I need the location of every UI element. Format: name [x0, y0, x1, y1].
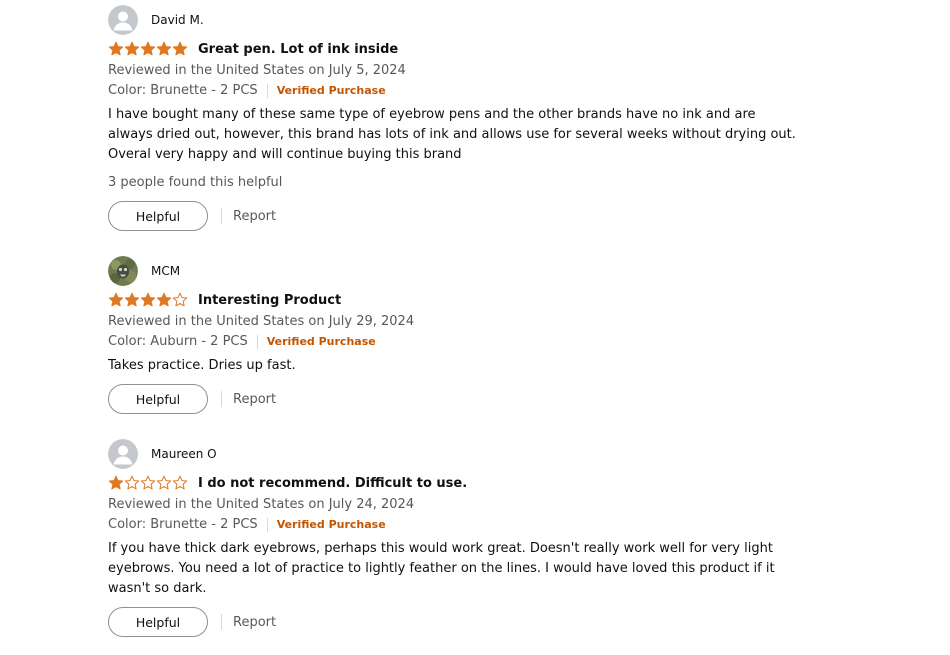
- star-filled-icon: [124, 41, 140, 56]
- divider: [256, 334, 258, 349]
- review-date: Reviewed in the United States on July 29…: [108, 314, 415, 329]
- review-actions: Helpful Report: [108, 384, 276, 414]
- review-date: Reviewed in the United States on July 5,…: [108, 63, 406, 78]
- star-empty-icon: [124, 475, 140, 490]
- star-empty-icon: [172, 475, 188, 490]
- review-meta: Color: Auburn - 2 PCS Verified Purchase: [108, 334, 376, 349]
- star-filled-icon: [140, 292, 156, 307]
- star-filled-icon: [124, 292, 140, 307]
- review-body: If you have thick dark eyebrows, perhaps…: [108, 541, 775, 596]
- divider: [221, 391, 222, 407]
- review-body: Takes practice. Dries up fast.: [108, 358, 296, 373]
- report-link[interactable]: Report: [233, 615, 276, 630]
- star-filled-icon: [172, 41, 188, 56]
- rating-title-row: I do not recommend. Difficult to use.: [108, 475, 467, 491]
- default-avatar-icon: [108, 5, 138, 35]
- divider: [266, 83, 268, 98]
- review-meta: Color: Brunette - 2 PCS Verified Purchas…: [108, 517, 386, 532]
- star-empty-icon: [140, 475, 156, 490]
- review-actions: Helpful Report: [108, 201, 276, 231]
- divider: [266, 517, 268, 532]
- verified-purchase-badge: Verified Purchase: [276, 518, 386, 531]
- review-title[interactable]: I do not recommend. Difficult to use.: [198, 476, 467, 491]
- review-date: Reviewed in the United States on July 24…: [108, 497, 415, 512]
- rating-title-row: Interesting Product: [108, 292, 341, 308]
- variant-link[interactable]: Color: Auburn - 2 PCS: [108, 334, 248, 349]
- star-rating[interactable]: [108, 292, 188, 308]
- reviewer-profile[interactable]: MCM: [108, 256, 180, 286]
- rating-title-row: Great pen. Lot of ink inside: [108, 41, 398, 57]
- review-actions: Helpful Report: [108, 607, 276, 637]
- star-filled-icon: [156, 41, 172, 56]
- helpful-button[interactable]: Helpful: [108, 384, 208, 414]
- verified-purchase-badge: Verified Purchase: [276, 84, 386, 97]
- report-link[interactable]: Report: [233, 209, 276, 224]
- divider: [221, 208, 222, 224]
- star-empty-icon: [156, 475, 172, 490]
- verified-purchase-badge: Verified Purchase: [266, 335, 376, 348]
- review-meta: Color: Brunette - 2 PCS Verified Purchas…: [108, 83, 386, 98]
- helpful-button[interactable]: Helpful: [108, 201, 208, 231]
- review-title[interactable]: Interesting Product: [198, 293, 341, 308]
- report-link[interactable]: Report: [233, 392, 276, 407]
- helpful-count: 3 people found this helpful: [108, 175, 283, 190]
- reviewer-profile[interactable]: Maureen O: [108, 439, 217, 469]
- star-rating[interactable]: [108, 475, 188, 491]
- reviewer-name[interactable]: MCM: [151, 264, 180, 278]
- reviewer-name[interactable]: Maureen O: [151, 447, 217, 461]
- photo-avatar-icon: [108, 256, 138, 286]
- star-empty-icon: [172, 292, 188, 307]
- star-filled-icon: [156, 292, 172, 307]
- star-rating[interactable]: [108, 41, 188, 57]
- star-filled-icon: [108, 475, 124, 490]
- divider: [221, 614, 222, 630]
- variant-link[interactable]: Color: Brunette - 2 PCS: [108, 517, 258, 532]
- default-avatar-icon: [108, 439, 138, 469]
- helpful-button[interactable]: Helpful: [108, 607, 208, 637]
- reviewer-name[interactable]: David M.: [151, 13, 204, 27]
- star-filled-icon: [140, 41, 156, 56]
- variant-link[interactable]: Color: Brunette - 2 PCS: [108, 83, 258, 98]
- star-filled-icon: [108, 292, 124, 307]
- reviewer-profile[interactable]: David M.: [108, 5, 204, 35]
- review-body: I have bought many of these same type of…: [108, 107, 796, 162]
- review-title[interactable]: Great pen. Lot of ink inside: [198, 42, 398, 57]
- star-filled-icon: [108, 41, 124, 56]
